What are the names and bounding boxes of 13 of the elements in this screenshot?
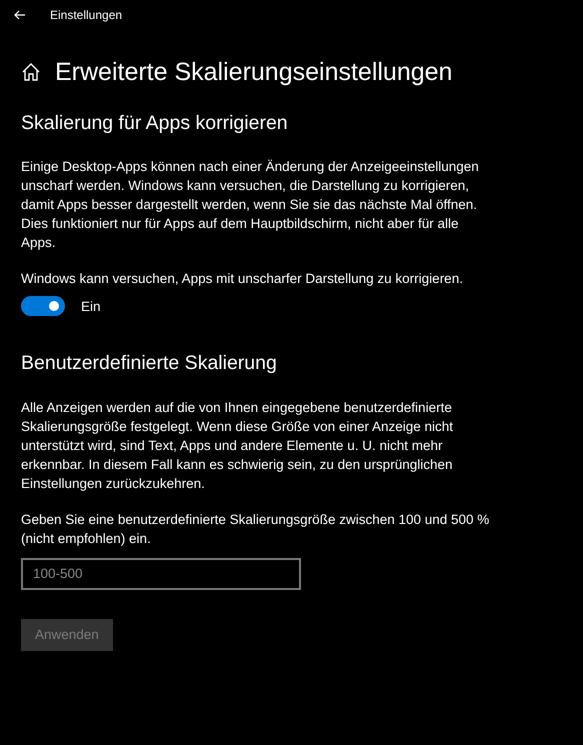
scale-input-field[interactable]: 100-500: [21, 558, 301, 590]
home-icon[interactable]: [21, 62, 41, 82]
section-heading: Skalierung für Apps korrigieren: [21, 112, 289, 136]
back-icon[interactable]: [14, 10, 26, 20]
field-label: Geben Sie eine benutzerdefinierte Skalierungsgröße zwischen 100 und 500 % (nicht empfohlen) ein.: [21, 510, 490, 548]
description-text: Alle Anzeigen werden auf die von Ihnen eingegebene benutzerdefinierte Skalierungsgröße festgelegt. Wenn diese Größe von einer Anzeige nicht unterstützt wird, sind Text, Apps und andere Elemente u. U. nicht mehr erkennbar. In diesem Fall kann es schwierig sein, zu den ursprünglichen Einstellungen zurückzukehren.: [21, 398, 454, 493]
page-title: Erweiterte Skalierungseinstellungen: [55, 57, 452, 87]
toggle-label: Windows kann versuchen, Apps mit unscharfer Darstellung zu korrigieren.: [21, 270, 464, 288]
toggle-state: Ein: [81, 298, 101, 316]
window-title: Einstellungen: [50, 7, 122, 24]
toggle-switch[interactable]: [21, 296, 65, 316]
description-text: Einige Desktop-Apps können nach einer Änderung der Anzeigeeinstellungen unscharf werden. Windows kann versuchen, die Darstellung zu korrigieren, damit Apps besser dargestellt werden, wenn Sie sie das nächste Mal öffnen. Dies funktioniert nur für Apps auf dem Hauptbildschirm, nicht aber für alle Apps.: [21, 158, 480, 252]
section-heading: Benutzerdefinierte Skalierung: [21, 352, 278, 376]
